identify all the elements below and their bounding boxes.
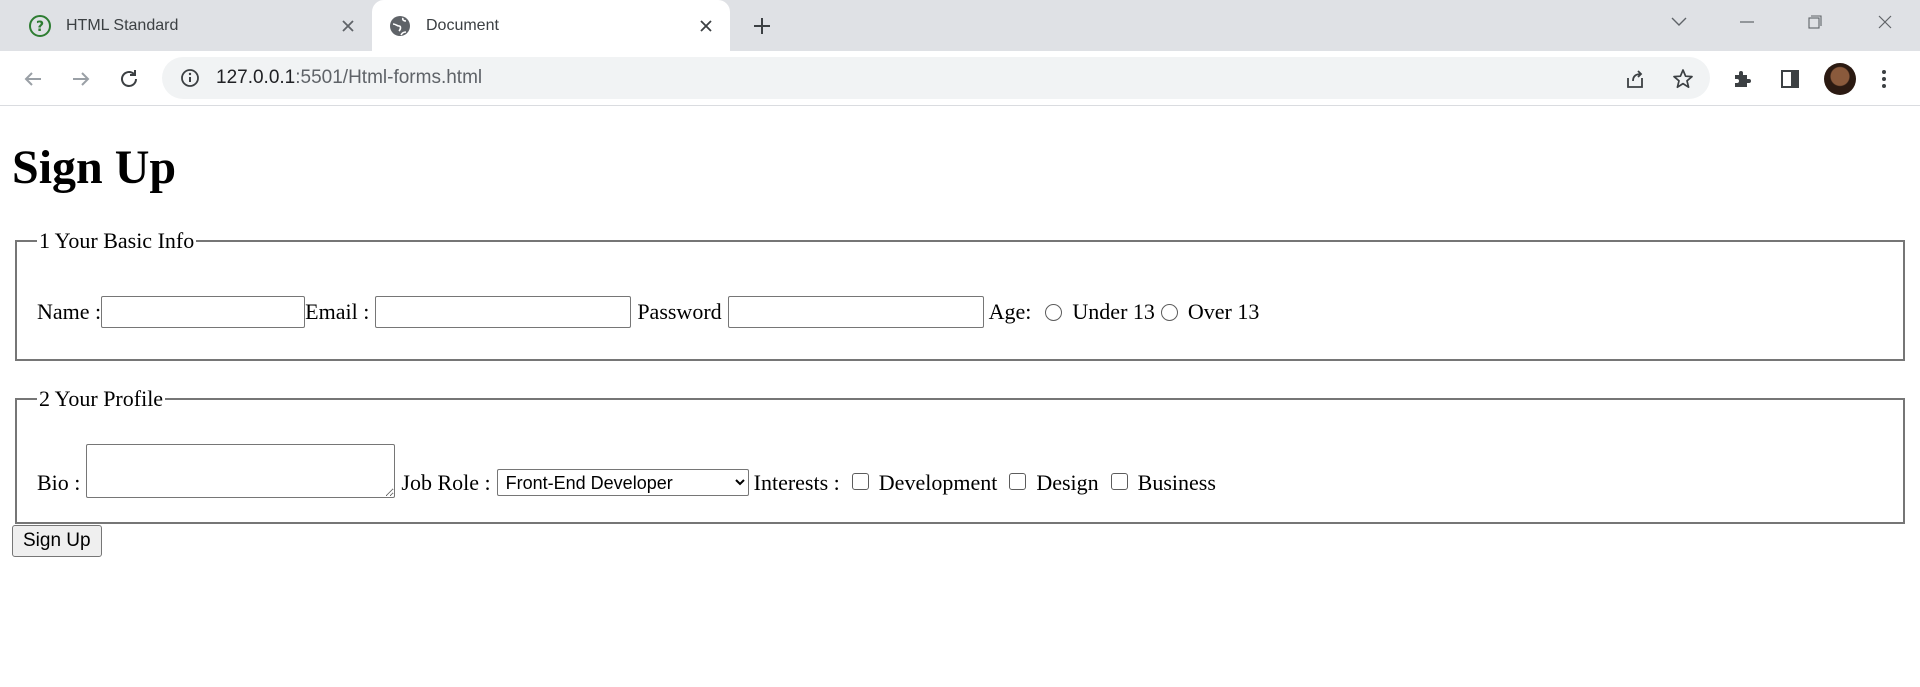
bio-label: Bio : — [37, 470, 81, 495]
restore-icon[interactable] — [1800, 8, 1830, 36]
profile-fieldset: 2 Your Profile Bio : Job Role : Front-En… — [15, 386, 1905, 524]
page-title: Sign Up — [12, 141, 177, 194]
basic-info-fieldset: 1 Your Basic Info Name : Email : Passwor… — [15, 228, 1905, 361]
interest-design-label: Design — [1036, 470, 1099, 495]
interest-design-checkbox[interactable] — [1009, 473, 1027, 490]
help-circle-icon: ? — [28, 14, 52, 38]
age-under-13-label: Under 13 — [1072, 299, 1155, 324]
age-under-13-radio[interactable] — [1045, 303, 1063, 321]
reload-icon[interactable] — [114, 64, 144, 94]
bio-textarea[interactable] — [86, 444, 396, 498]
menu-kebab-icon[interactable] — [1870, 65, 1898, 93]
url-path: :5501/Html-forms.html — [295, 67, 483, 88]
age-label: Age: — [988, 299, 1032, 324]
share-icon[interactable] — [1622, 66, 1648, 92]
tab-strip: ? HTML Standard Document — [0, 0, 1920, 51]
bookmark-star-icon[interactable] — [1670, 66, 1696, 92]
profile-avatar[interactable] — [1824, 63, 1856, 95]
url-host: 127.0.0.1 — [216, 67, 296, 88]
profile-legend: 2 Your Profile — [39, 386, 164, 411]
forward-icon[interactable] — [66, 64, 96, 94]
job-role-select[interactable]: Front-End Developer — [496, 469, 749, 496]
minimize-icon[interactable] — [1732, 8, 1762, 36]
back-icon[interactable] — [18, 64, 48, 94]
close-icon[interactable] — [336, 14, 360, 38]
side-panel-icon[interactable] — [1776, 65, 1804, 93]
globe-icon — [388, 14, 412, 38]
close-icon[interactable] — [694, 14, 718, 38]
interest-development-checkbox[interactable] — [851, 473, 869, 490]
email-input[interactable] — [375, 296, 632, 328]
age-over-13-label: Over 13 — [1187, 299, 1260, 324]
password-label: Password — [637, 299, 722, 324]
browser-toolbar: 127.0.0.1:5501/Html-forms.html — [0, 51, 1920, 106]
tab-document[interactable]: Document — [372, 0, 730, 51]
tab-title: Document — [426, 16, 499, 34]
tab-search-chevron-icon[interactable] — [1664, 8, 1694, 36]
password-input[interactable] — [727, 296, 984, 328]
age-over-13-radio[interactable] — [1160, 303, 1178, 321]
interest-business-checkbox[interactable] — [1110, 473, 1128, 490]
tab-title: HTML Standard — [66, 16, 179, 34]
extensions-puzzle-icon[interactable] — [1728, 65, 1756, 93]
window-close-icon[interactable] — [1870, 8, 1900, 36]
url-text: 127.0.0.1:5501/Html-forms.html — [216, 67, 482, 89]
name-input[interactable] — [101, 296, 306, 328]
svg-text:?: ? — [36, 19, 44, 35]
interest-development-label: Development — [878, 470, 998, 495]
interest-business-label: Business — [1137, 470, 1216, 495]
name-label: Name : — [37, 299, 102, 324]
new-tab-icon[interactable] — [748, 12, 776, 40]
profile-row: Bio : Job Role : Front-End Developer Int… — [37, 444, 1216, 498]
tab-html-standard[interactable]: ? HTML Standard — [12, 0, 372, 51]
basic-info-row: Name : Email : Password Age: Under 13 Ov… — [37, 296, 1259, 328]
job-role-label: Job Role : — [401, 470, 491, 495]
sign-up-button[interactable]: Sign Up — [12, 525, 102, 557]
site-info-icon[interactable] — [178, 66, 202, 90]
address-bar[interactable]: 127.0.0.1:5501/Html-forms.html — [162, 57, 1710, 99]
basic-info-legend: 1 Your Basic Info — [39, 228, 195, 253]
interests-label: Interests : — [753, 470, 840, 495]
email-label: Email : — [305, 299, 370, 324]
